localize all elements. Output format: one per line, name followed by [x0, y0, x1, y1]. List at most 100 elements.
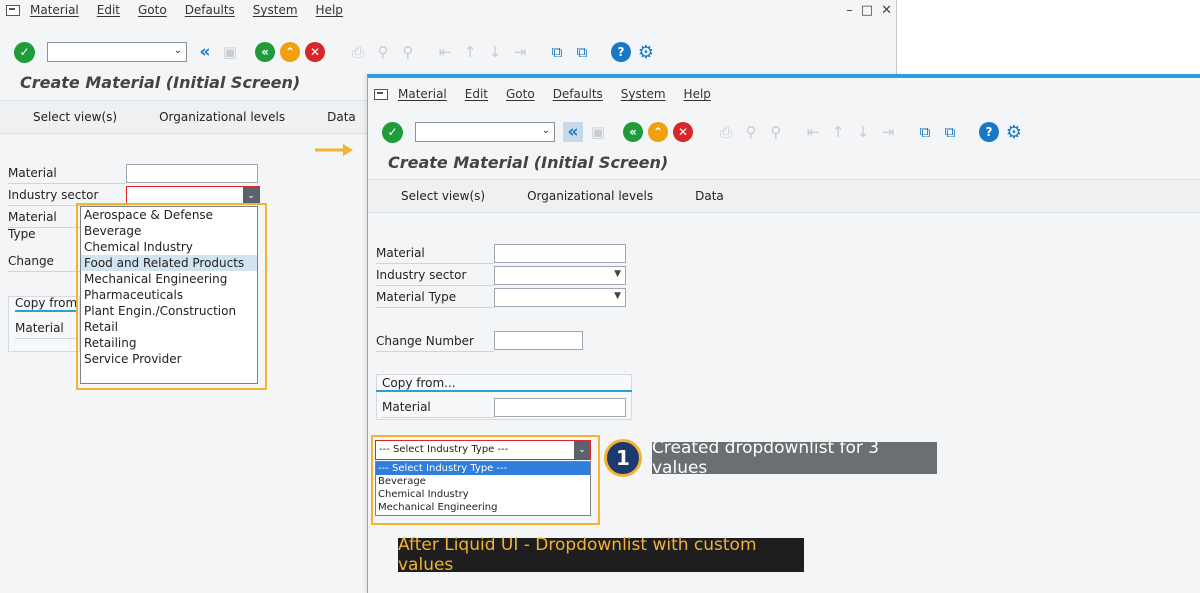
menu-goto[interactable]: Goto — [138, 3, 167, 17]
material-type-select[interactable]: ▼ — [494, 288, 626, 307]
menu-material[interactable]: Material — [398, 87, 447, 101]
cancel-icon[interactable]: ✕ — [673, 122, 693, 142]
next-page-icon[interactable]: ↓ — [853, 122, 873, 142]
tab-select-views[interactable]: Select view(s) — [33, 110, 117, 124]
save-icon[interactable]: ▣ — [588, 122, 608, 142]
arrow-right-icon — [315, 144, 353, 156]
help-icon[interactable]: ? — [979, 122, 999, 142]
menu-edit[interactable]: Edit — [465, 87, 488, 101]
shortcut-icon[interactable]: ⧉ — [940, 122, 960, 142]
check-icon[interactable]: ✓ — [14, 41, 35, 63]
chevron-down-icon: ⌄ — [173, 45, 182, 56]
list-item-highlighted[interactable]: Food and Related Products — [81, 255, 257, 271]
tab-organizational-levels[interactable]: Organizational levels — [527, 189, 653, 203]
print-icon[interactable]: ⎙ — [348, 42, 368, 62]
save-icon[interactable]: ▣ — [220, 42, 240, 62]
settings-gear-icon[interactable]: ⚙ — [636, 42, 656, 63]
dropdown-open-icon[interactable]: ⌄ — [574, 441, 590, 459]
menu-system[interactable]: System — [253, 3, 298, 17]
change-number-input[interactable] — [494, 331, 583, 350]
find-next-icon[interactable]: ⚲ — [766, 122, 786, 142]
menu-bar: Material Edit Goto Defaults System Help — [368, 84, 1200, 104]
list-item[interactable]: Beverage — [81, 223, 257, 239]
last-page-icon[interactable]: ⇥ — [510, 42, 530, 62]
chevron-down-icon: ▼ — [614, 291, 621, 301]
first-page-icon[interactable]: ⇤ — [435, 42, 455, 62]
list-item-selected[interactable]: --- Select Industry Type --- — [376, 462, 590, 475]
new-session-icon[interactable]: ⧉ — [915, 122, 935, 142]
shortcut-icon[interactable]: ⧉ — [572, 42, 592, 62]
maximize-icon[interactable]: □ — [861, 3, 873, 18]
help-icon[interactable]: ? — [611, 42, 631, 62]
list-item[interactable]: Pharmaceuticals — [81, 287, 257, 303]
dropdown-open-icon[interactable]: ⌄ — [243, 187, 259, 204]
list-item[interactable]: Chemical Industry — [376, 488, 590, 501]
check-icon[interactable]: ✓ — [382, 121, 403, 143]
list-item[interactable]: Beverage — [376, 475, 590, 488]
find-icon[interactable]: ⚲ — [741, 122, 761, 142]
find-icon[interactable]: ⚲ — [373, 42, 393, 62]
back-double-chevron-icon[interactable]: « — [563, 122, 583, 142]
list-item[interactable]: Chemical Industry — [81, 239, 257, 255]
list-item[interactable]: Service Provider — [81, 351, 257, 367]
list-item[interactable]: Aerospace & Defense — [81, 207, 257, 223]
annotation-note: Created dropdownlist for 3 values — [652, 438, 937, 478]
command-field[interactable]: ⌄ — [415, 122, 555, 142]
list-item[interactable]: Retail — [81, 319, 257, 335]
close-icon[interactable]: ✕ — [881, 3, 892, 18]
copy-material-label: Material — [382, 399, 494, 418]
tab-organizational-levels[interactable]: Organizational levels — [159, 110, 285, 124]
caption-banner: After Liquid UI - Dropdownlist with cust… — [398, 535, 804, 575]
minimize-icon[interactable]: – — [846, 3, 853, 18]
exit-icon[interactable]: ⌃ — [280, 42, 300, 62]
industry-sector-select[interactable]: ▼ — [494, 266, 626, 285]
dropdown-selected-value: --- Select Industry Type --- — [379, 444, 509, 455]
back-double-chevron-icon[interactable]: « — [195, 42, 215, 62]
menu-goto[interactable]: Goto — [506, 87, 535, 101]
menu-material[interactable]: Material — [30, 3, 79, 17]
find-next-icon[interactable]: ⚲ — [398, 42, 418, 62]
list-item[interactable]: Plant Engin./Construction — [81, 303, 257, 319]
standard-toolbar: ✓ ⌄ « ▣ « ⌃ ✕ ⎙ ⚲ ⚲ ⇤ ↑ ↓ ⇥ ⧉ ⧉ ? ⚙ — [368, 116, 1200, 148]
prev-page-icon[interactable]: ↑ — [460, 42, 480, 62]
exit-icon[interactable]: ⌃ — [648, 122, 668, 142]
material-input[interactable] — [126, 164, 258, 183]
list-item[interactable]: Retailing — [81, 335, 257, 351]
system-menu-icon[interactable] — [6, 4, 20, 16]
back-icon[interactable]: « — [623, 122, 643, 142]
menu-edit[interactable]: Edit — [97, 3, 120, 17]
change-number-label: Change Numb — [8, 253, 80, 272]
menu-system[interactable]: System — [621, 87, 666, 101]
tab-data[interactable]: Data — [327, 110, 356, 124]
list-item[interactable]: Mechanical Engineering — [81, 271, 257, 287]
last-page-icon[interactable]: ⇥ — [878, 122, 898, 142]
new-session-icon[interactable]: ⧉ — [547, 42, 567, 62]
tab-data[interactable]: Data — [695, 189, 724, 203]
application-toolbar: Select view(s) Organizational levels Dat… — [368, 179, 1200, 213]
material-input[interactable] — [494, 244, 626, 263]
first-page-icon[interactable]: ⇤ — [803, 122, 823, 142]
menu-help[interactable]: Help — [684, 87, 711, 101]
menu-help[interactable]: Help — [316, 3, 343, 17]
menu-defaults[interactable]: Defaults — [553, 87, 603, 101]
industry-type-list: --- Select Industry Type --- Beverage Ch… — [375, 461, 591, 516]
list-item[interactable]: Mechanical Engineering — [376, 501, 590, 514]
tab-select-views[interactable]: Select view(s) — [401, 189, 485, 203]
back-icon[interactable]: « — [255, 42, 275, 62]
settings-gear-icon[interactable]: ⚙ — [1004, 122, 1024, 143]
next-page-icon[interactable]: ↓ — [485, 42, 505, 62]
standard-toolbar: ✓ ⌄ « ▣ « ⌃ ✕ ⎙ ⚲ ⚲ ⇤ ↑ ↓ ⇥ ⧉ ⧉ ? ⚙ — [0, 36, 896, 68]
copy-material-input[interactable] — [494, 398, 626, 417]
material-label: Material — [8, 165, 126, 184]
prev-page-icon[interactable]: ↑ — [828, 122, 848, 142]
material-label: Material — [376, 245, 494, 264]
command-field[interactable]: ⌄ — [47, 42, 187, 62]
sap-window-after: Material Edit Goto Defaults System Help … — [367, 74, 1200, 593]
copy-from-title: Copy from... — [376, 376, 632, 392]
print-icon[interactable]: ⎙ — [716, 122, 736, 142]
cancel-icon[interactable]: ✕ — [305, 42, 325, 62]
chevron-down-icon: ▼ — [614, 269, 621, 279]
industry-type-dropdown[interactable]: --- Select Industry Type --- ⌄ — [375, 440, 591, 460]
system-menu-icon[interactable] — [374, 88, 388, 100]
menu-defaults[interactable]: Defaults — [185, 3, 235, 17]
